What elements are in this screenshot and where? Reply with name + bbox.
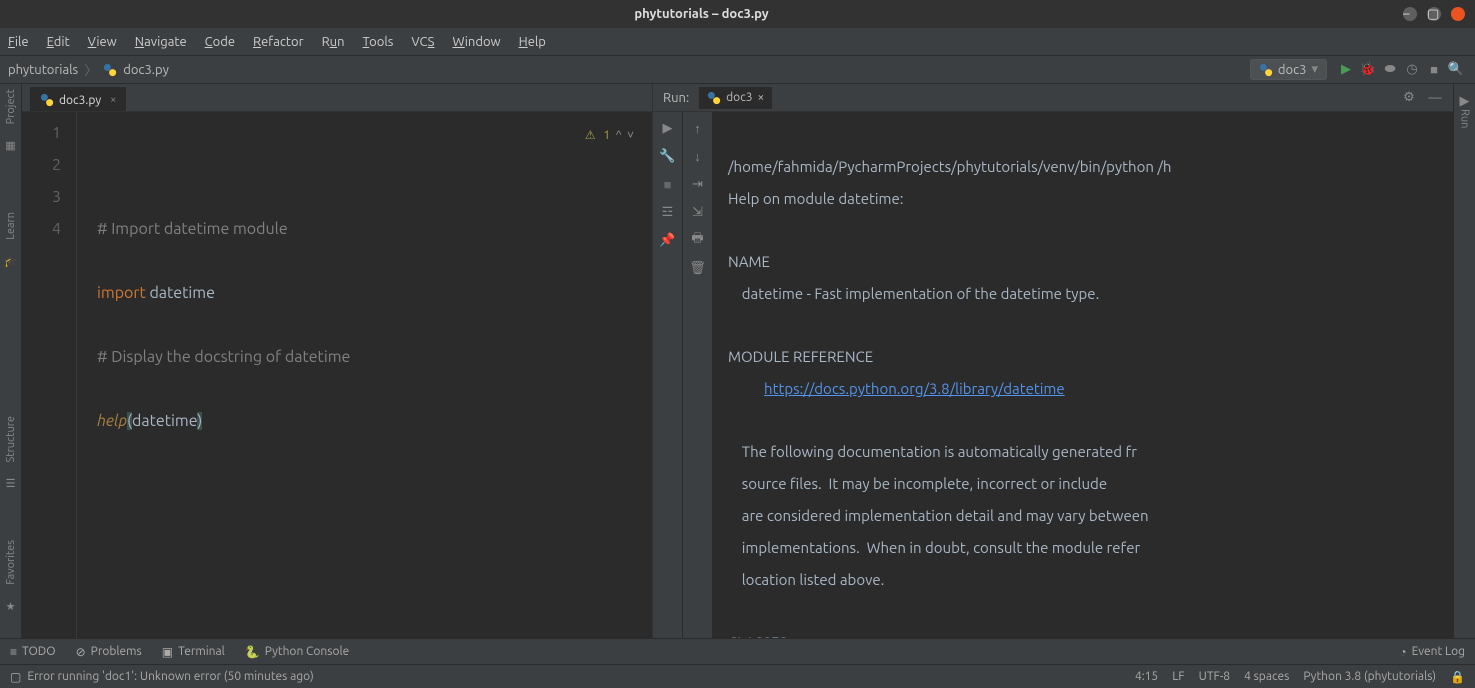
run-config-selector[interactable]: doc3 ▾ (1250, 59, 1327, 80)
learn-icon[interactable]: 🎓 (4, 255, 18, 268)
close-run-tab-icon[interactable]: × (758, 91, 765, 104)
minimize-button[interactable]: – (1403, 7, 1417, 21)
search-icon[interactable]: 🔍 (1448, 62, 1464, 78)
menu-view[interactable]: View (88, 35, 117, 49)
cursor-position[interactable]: 4:15 (1135, 670, 1158, 683)
tool-terminal[interactable]: ▣ Terminal (162, 645, 225, 659)
code-content[interactable]: ⚠ 1 ^ ˅ # Import datetime module import … (77, 112, 652, 638)
interpreter[interactable]: Python 3.8 (phytutorials) (1303, 670, 1436, 683)
print-icon[interactable]: 🖶 (690, 232, 706, 248)
wrench-icon[interactable]: 🔧 (660, 148, 676, 164)
stop-icon[interactable]: ■ (660, 176, 676, 192)
tool-python-console[interactable]: 🐍 Python Console (245, 645, 349, 659)
up-icon[interactable]: ↑ (690, 120, 706, 136)
menu-help[interactable]: Help (519, 35, 546, 49)
python-icon (707, 91, 721, 105)
menu-run[interactable]: Run (322, 35, 345, 49)
python-icon (1259, 63, 1273, 77)
menu-tools[interactable]: Tools (363, 35, 394, 49)
line-separator[interactable]: LF (1172, 670, 1184, 683)
breadcrumb-root[interactable]: phytutorials (8, 63, 78, 77)
tool-learn[interactable]: Learn (5, 212, 17, 240)
favorites-icon[interactable]: ★ (6, 600, 16, 613)
trash-icon[interactable]: 🗑 (690, 260, 706, 276)
tool-project[interactable]: Project (5, 89, 17, 124)
softwrap-icon[interactable]: ⇥ (690, 176, 706, 192)
inspection-badge[interactable]: ⚠ 1 ^ ˅ (585, 120, 634, 152)
menu-refactor[interactable]: Refactor (253, 35, 304, 49)
run-button[interactable]: ▶ (1338, 62, 1354, 78)
toolbar: phytutorials 〉 doc3.py doc3 ▾ ▶ 🐞 ⬬ ◷ ■ … (0, 56, 1475, 84)
maximize-button[interactable]: ▢ (1427, 7, 1441, 21)
menubar: File Edit View Navigate Code Refactor Ru… (0, 28, 1475, 56)
settings-icon[interactable]: ⚙ (1401, 90, 1417, 106)
run-gutter-left: ▶ 🔧 ■ ☲ 📌 (653, 112, 683, 638)
main-content: Project ▦ Learn 🎓 Structure ☰ Favorites … (0, 84, 1475, 638)
tool-structure[interactable]: Structure (5, 416, 17, 463)
event-log[interactable]: ◔ Event Log (1399, 645, 1465, 659)
menu-navigate[interactable]: Navigate (135, 35, 187, 49)
profile-button[interactable]: ◷ (1404, 62, 1420, 78)
run-header: Run: doc3 × ⚙ — (653, 84, 1453, 112)
tool-run-label[interactable]: Run (1459, 109, 1471, 128)
encoding[interactable]: UTF-8 (1199, 670, 1230, 683)
editor-tab-doc3[interactable]: doc3.py × (30, 87, 126, 111)
menu-window[interactable]: Window (452, 35, 500, 49)
debug-button[interactable]: 🐞 (1360, 62, 1376, 78)
breadcrumb: phytutorials 〉 doc3.py (8, 60, 1250, 79)
tool-problems[interactable]: ⊘ Problems (76, 645, 142, 659)
close-tab-icon[interactable]: × (110, 94, 116, 106)
lock-icon[interactable]: 🔒 (1450, 670, 1465, 684)
run-body: ▶ 🔧 ■ ☲ 📌 ↑ ↓ ⇥ ⇲ 🖶 🗑 /home/fahmida/Pych… (653, 112, 1453, 638)
run-tool-icon[interactable]: ▶ (1460, 94, 1470, 109)
menu-vcs[interactable]: VCS (411, 35, 434, 49)
run-tab[interactable]: doc3 × (699, 87, 772, 109)
menu-code[interactable]: Code (205, 35, 235, 49)
rerun-icon[interactable]: ▶ (660, 120, 676, 136)
tool-todo[interactable]: ≡ TODO (10, 645, 56, 659)
line-gutter: 1 2 3 4 (22, 112, 77, 638)
close-button[interactable] (1451, 7, 1465, 21)
doc-link[interactable]: https://docs.python.org/3.8/library/date… (764, 380, 1065, 397)
window-title: phytutorials – doc3.py (10, 7, 1393, 21)
left-tool-strip: Project ▦ Learn 🎓 Structure ☰ Favorites … (0, 84, 22, 638)
tool-favorites[interactable]: Favorites (5, 540, 17, 585)
bottom-toolbar: ≡ TODO ⊘ Problems ▣ Terminal 🐍 Python Co… (0, 638, 1475, 664)
stop-button[interactable]: ■ (1426, 62, 1442, 78)
right-tool-strip: ▶ Run (1453, 84, 1475, 638)
status-icon[interactable]: ▢ (10, 670, 21, 684)
python-file-icon (40, 93, 54, 107)
scroll-icon[interactable]: ⇲ (690, 204, 706, 220)
pin-icon[interactable]: 📌 (660, 232, 676, 248)
run-gutter-right: ↑ ↓ ⇥ ⇲ 🖶 🗑 (683, 112, 713, 638)
status-bar: ▢ Error running 'doc1': Unknown error (5… (0, 664, 1475, 688)
indent[interactable]: 4 spaces (1244, 670, 1289, 683)
run-title: Run: (663, 91, 689, 105)
titlebar: phytutorials – doc3.py – ▢ (0, 0, 1475, 28)
python-file-icon (103, 63, 117, 77)
down-icon[interactable]: ↓ (690, 148, 706, 164)
console-output[interactable]: /home/fahmida/PycharmProjects/phytutoria… (713, 112, 1453, 638)
breadcrumb-file[interactable]: doc3.py (123, 63, 169, 77)
code-editor[interactable]: 1 2 3 4 ⚠ 1 ^ ˅ # Import datetime module… (22, 112, 652, 638)
status-message: Error running 'doc1': Unknown error (50 … (27, 670, 313, 683)
editor-pane: doc3.py × 1 2 3 4 ⚠ 1 ^ ˅ # Import datet… (22, 84, 652, 638)
run-pane: Run: doc3 × ⚙ — ▶ 🔧 ■ ☲ 📌 ↑ ↓ ⇥ ⇲ (652, 84, 1453, 638)
minimize-pane-icon[interactable]: — (1427, 90, 1443, 106)
structure-icon[interactable]: ☰ (6, 477, 16, 490)
editor-tabs: doc3.py × (22, 84, 652, 112)
coverage-button[interactable]: ⬬ (1382, 62, 1398, 78)
layout-icon[interactable]: ☲ (660, 204, 676, 220)
project-icon[interactable]: ▦ (5, 139, 15, 152)
menu-edit[interactable]: Edit (47, 35, 70, 49)
menu-file[interactable]: File (8, 35, 29, 49)
